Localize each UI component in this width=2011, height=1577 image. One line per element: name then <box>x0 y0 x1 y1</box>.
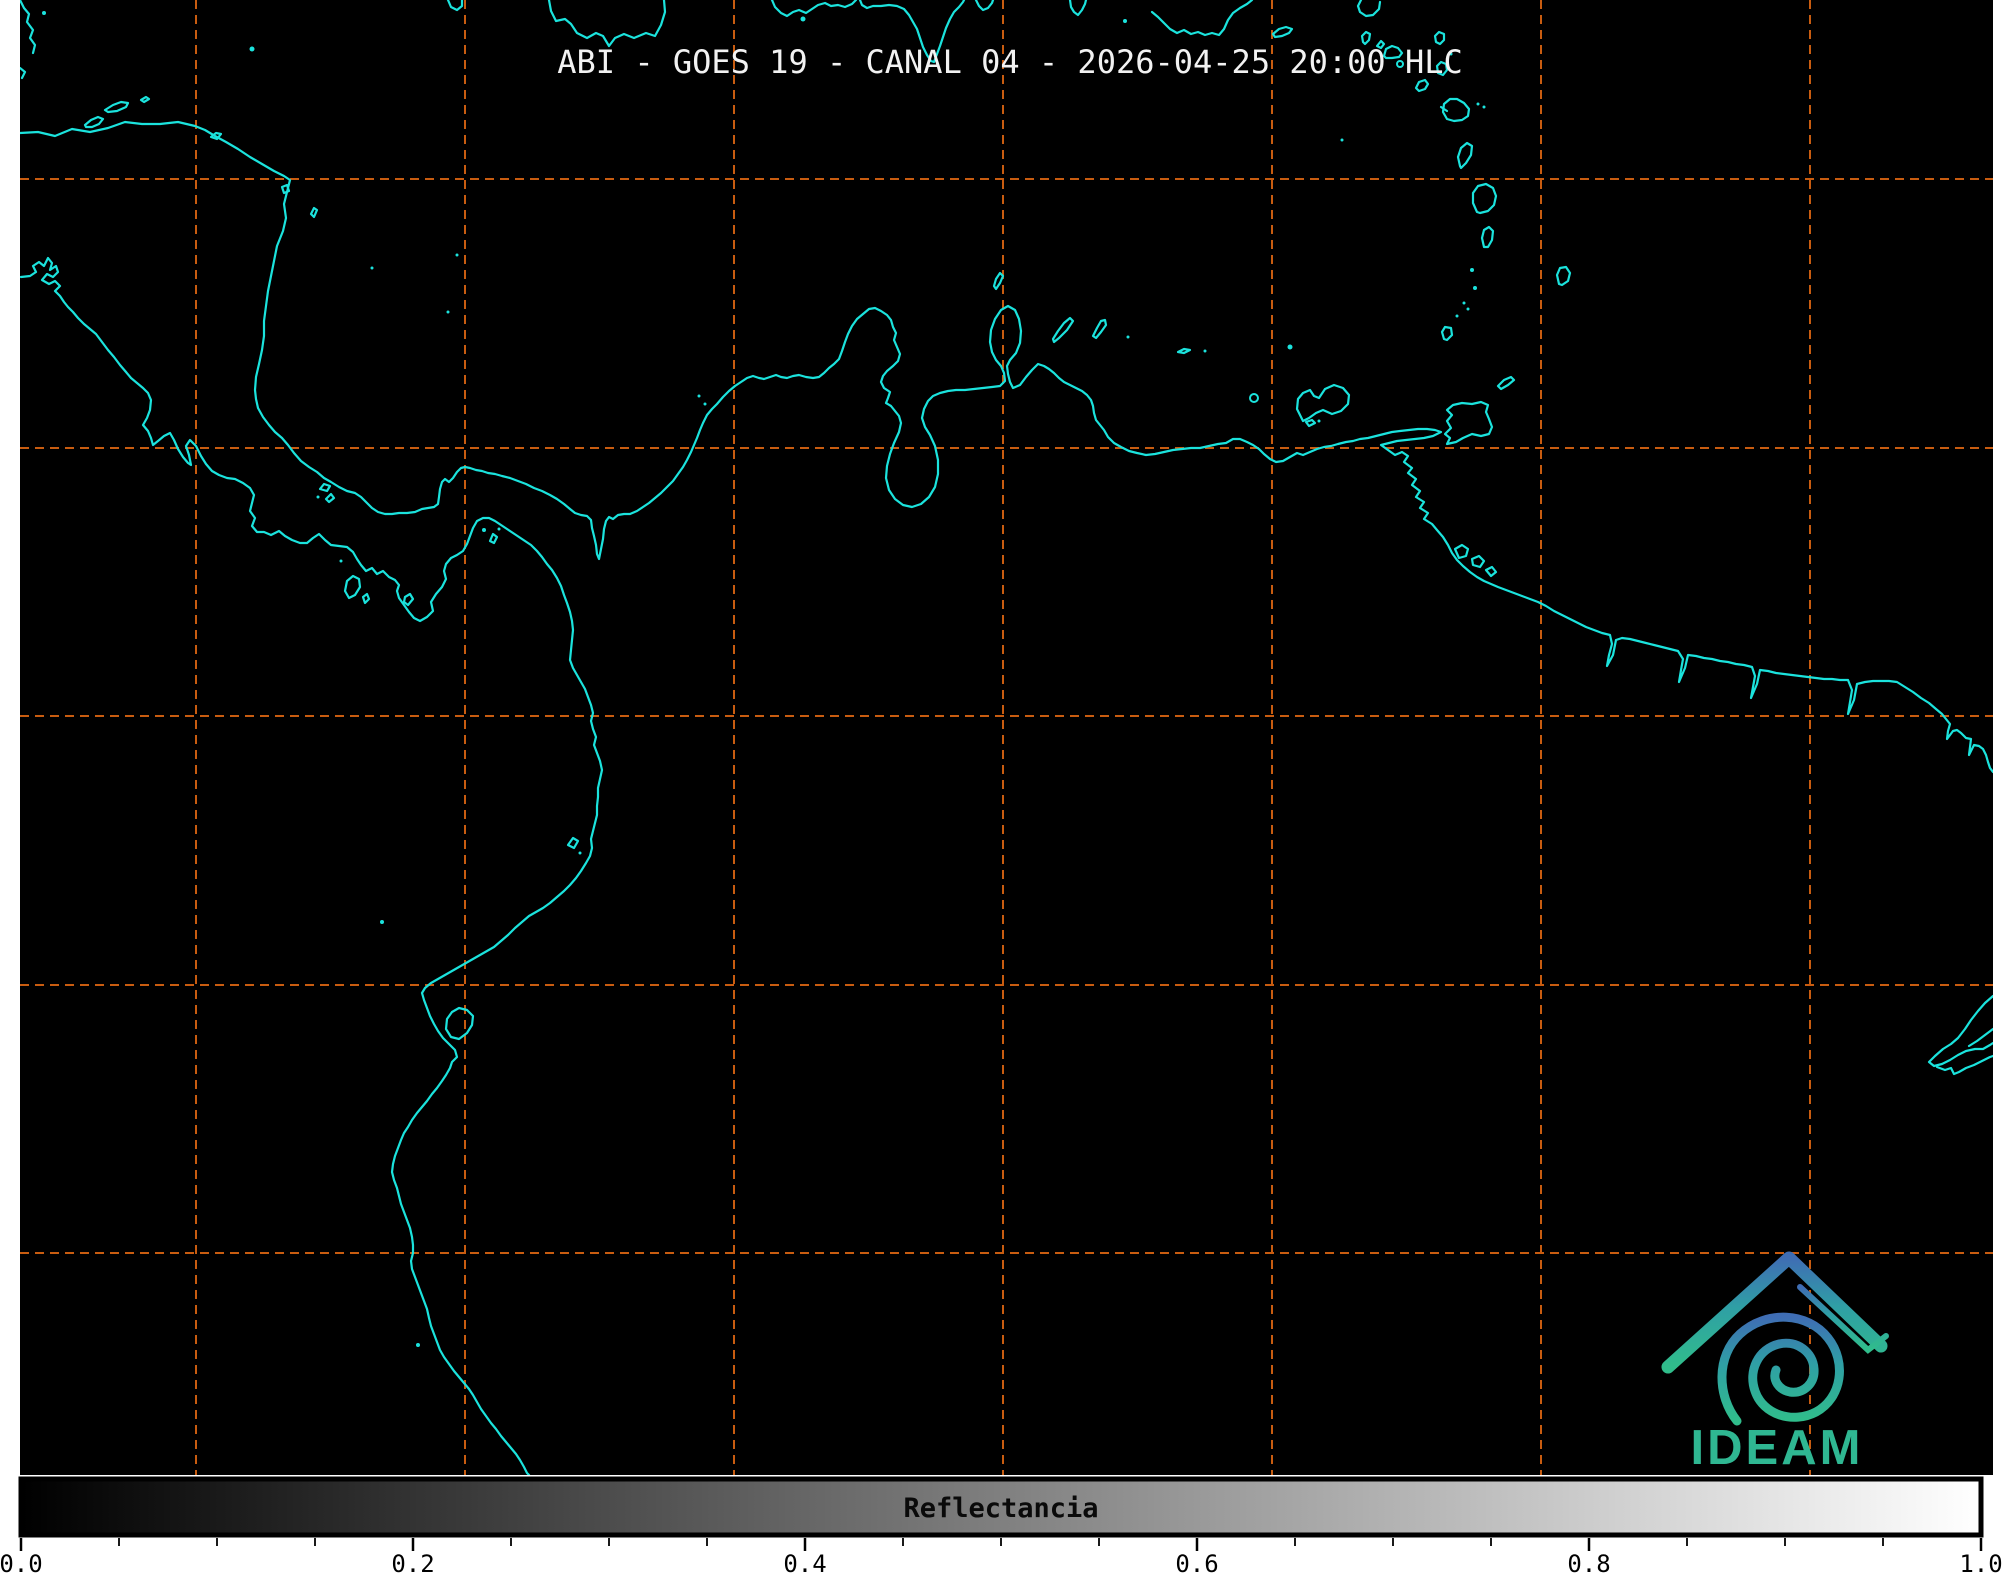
image-title: ABI - GOES 19 - CANAL 04 - 2026-04-25 20… <box>557 43 1462 81</box>
colorbar-ticks <box>19 1538 1983 1551</box>
island-dot <box>697 394 701 398</box>
island-dot <box>1340 138 1344 142</box>
island-dot <box>1203 349 1207 353</box>
island-dot <box>446 310 450 314</box>
colorbar: 0.0 0.2 0.4 0.6 0.8 1.0 Reflectancia <box>0 1476 2003 1577</box>
island-dot <box>42 11 46 15</box>
island-dot <box>578 851 582 855</box>
goes-satellite-scene: ABI - GOES 19 - CANAL 04 - 2026-04-25 20… <box>0 0 2003 1577</box>
island-dot <box>1317 419 1321 423</box>
island-dot <box>1126 335 1130 339</box>
island-dot <box>316 495 320 499</box>
island-dot <box>1466 307 1470 311</box>
colorbar-tick-value: 1.0 <box>1959 1550 2002 1577</box>
island-dot <box>482 528 486 532</box>
map-background <box>20 0 1993 1475</box>
island-dot <box>370 266 374 270</box>
island-dot <box>455 253 459 257</box>
island-dot <box>800 16 806 22</box>
island-dot <box>1470 268 1474 272</box>
island-dot <box>1287 344 1293 350</box>
island-dot <box>249 46 255 52</box>
island-dot <box>339 559 343 563</box>
island-dot <box>1455 314 1459 318</box>
colorbar-tick-labels: 0.0 0.2 0.4 0.6 0.8 1.0 <box>0 1550 2003 1577</box>
colorbar-tick-value: 0.2 <box>391 1550 434 1577</box>
island-dot <box>1473 286 1477 290</box>
colorbar-tick-value: 0.8 <box>1567 1550 1610 1577</box>
island-dot <box>1476 102 1480 106</box>
logo-text: IDEAM <box>1691 1421 1864 1475</box>
satellite-image-viewport: ABI - GOES 19 - CANAL 04 - 2026-04-25 20… <box>0 0 2011 1577</box>
island-dot <box>416 1343 420 1347</box>
colorbar-title: Reflectancia <box>903 1493 1098 1524</box>
island-dot <box>380 920 384 924</box>
colorbar-tick-value: 0.4 <box>783 1550 826 1577</box>
island-dot <box>1482 105 1486 109</box>
island-dot <box>1462 301 1466 305</box>
island-dot <box>703 402 707 406</box>
colorbar-tick-value: 0.6 <box>1175 1550 1218 1577</box>
island-dot <box>497 527 501 531</box>
colorbar-tick-value: 0.0 <box>0 1550 43 1577</box>
island-dot <box>1123 19 1127 23</box>
